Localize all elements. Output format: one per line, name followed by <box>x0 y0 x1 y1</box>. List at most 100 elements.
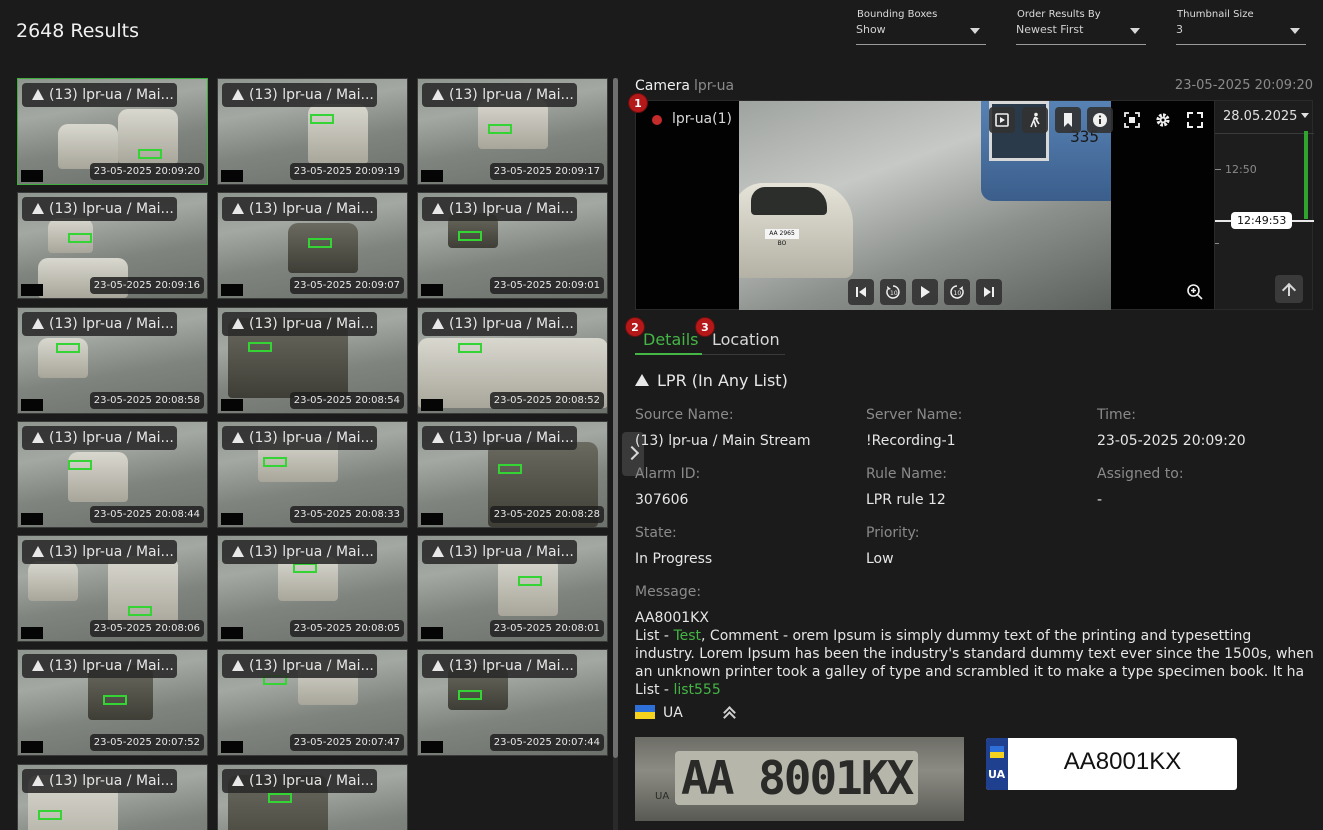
thumbnail-card[interactable]: (13) lpr-ua / Mai... 23-05-2025 20:08:52 <box>417 307 608 414</box>
order-results-value: Newest First <box>1016 23 1084 36</box>
forward-10-button[interactable]: 10 <box>944 279 970 305</box>
thumbnail-card[interactable]: (13) lpr-ua / Mai... 23-05-2025 20:08:58 <box>17 307 208 414</box>
camera-label: Camera <box>635 78 690 94</box>
thumbnail-timestamp: 23-05-2025 20:08:01 <box>489 620 604 637</box>
car-image <box>288 223 358 273</box>
message-body: AA8001KX List - Test, Comment - orem Ips… <box>635 609 1315 699</box>
bounding-boxes-select[interactable]: Bounding Boxes Show <box>856 9 986 45</box>
car-image <box>28 561 78 601</box>
message-list-link[interactable]: Test <box>673 628 701 644</box>
rewind-10-button[interactable]: 10 <box>880 279 906 305</box>
thumbnail-card[interactable]: (13) lpr-ua / Mai... 23-05-2025 20:09:01 <box>417 192 608 299</box>
plate-bounding-box <box>268 793 292 803</box>
collapse-plate-button[interactable] <box>722 705 736 721</box>
thumbnail-size-select[interactable]: Thumbnail Size 3 <box>1176 9 1306 45</box>
thumbnail-corner-mask <box>221 284 243 296</box>
thumbnail-card[interactable]: (13) lpr-ua / Mai... 23-05-2025 20:09:16 <box>17 192 208 299</box>
zoom-in-icon <box>1187 284 1203 300</box>
thumbnail-title: (13) lpr-ua / Mai... <box>222 426 377 450</box>
plate-bounding-box <box>518 576 542 586</box>
thumbnail-card[interactable]: (13) lpr-ua / Mai... 23-05-2025 20:08:01 <box>417 535 608 642</box>
thumbnail-card[interactable]: (13) lpr-ua / Mai... <box>17 764 208 830</box>
thumbnail-card[interactable]: (13) lpr-ua / Mai... <box>217 764 408 830</box>
bounding-boxes-label: Bounding Boxes <box>857 9 938 20</box>
thumbnail-card[interactable]: (13) lpr-ua / Mai... 23-05-2025 20:07:47 <box>217 649 408 756</box>
snapshot-button[interactable] <box>1121 109 1143 131</box>
order-results-select[interactable]: Order Results By Newest First <box>1016 9 1146 45</box>
message-label: Message: <box>635 584 702 600</box>
thumbnail-card[interactable]: (13) lpr-ua / Mai... 23-05-2025 20:09:19 <box>217 78 408 185</box>
server-name-value: !Recording-1 <box>866 433 956 449</box>
thumbnail-title-text: (13) lpr-ua / Mai... <box>49 201 174 217</box>
info-button[interactable] <box>1087 107 1113 133</box>
car-plate-text: AA 2965 BO <box>765 229 799 247</box>
thumbnail-title-text: (13) lpr-ua / Mai... <box>249 316 374 332</box>
export-clip-button[interactable] <box>989 107 1015 133</box>
state-value: In Progress <box>635 551 713 567</box>
timeline-tick <box>1215 169 1221 170</box>
plate-card-country: UA <box>988 768 1006 781</box>
replay-10-icon: 10 <box>886 285 900 299</box>
skip-next-icon <box>984 287 994 297</box>
thumbnail-card[interactable]: (13) lpr-ua / Mai... 23-05-2025 20:09:20 <box>17 78 208 185</box>
warning-icon <box>232 318 244 329</box>
event-title: LPR (In Any List) <box>635 371 788 390</box>
thumbnail-corner-mask <box>421 284 443 296</box>
message-comment: , Comment - orem Ipsum is simply dummy t… <box>635 628 1314 680</box>
grid-scrollbar-thumb[interactable] <box>613 78 618 758</box>
thumbnail-card[interactable]: (13) lpr-ua / Mai... 23-05-2025 20:09:07 <box>217 192 408 299</box>
fullscreen-button[interactable] <box>1184 109 1206 131</box>
camera-title: Camera lpr-ua <box>635 78 734 94</box>
priority-label: Priority: <box>866 525 920 541</box>
settings-button[interactable] <box>1152 109 1174 131</box>
scroll-up-button[interactable] <box>1275 275 1303 303</box>
timeline[interactable]: 28.05.2025 12:50 12:49:53 <box>1214 100 1314 310</box>
plate-card-number: AA8001KX <box>1063 748 1182 775</box>
message-list-link-2[interactable]: list555 <box>673 682 720 698</box>
thumbnail-card[interactable]: (13) lpr-ua / Mai... 23-05-2025 20:07:44 <box>417 649 608 756</box>
thumbnail-title: (13) lpr-ua / Mai... <box>22 540 177 564</box>
gear-icon <box>1156 113 1170 127</box>
forward-10-icon: 10 <box>950 285 964 299</box>
play-icon <box>921 286 930 298</box>
timeline-date-picker[interactable]: 28.05.2025 <box>1223 109 1310 124</box>
thumbnail-timestamp: 23-05-2025 20:09:07 <box>289 277 404 294</box>
thumbnail-timestamp: 23-05-2025 20:07:44 <box>489 734 604 751</box>
thumbnail-card[interactable]: (13) lpr-ua / Mai... 23-05-2025 20:08:54 <box>217 307 408 414</box>
thumbnail-corner-mask <box>21 513 43 525</box>
skip-to-start-button[interactable] <box>848 279 874 305</box>
thumbnail-title: (13) lpr-ua / Mai... <box>22 426 177 450</box>
message-plate: AA8001KX <box>635 610 709 626</box>
zoom-button[interactable] <box>1184 281 1206 303</box>
tab-location[interactable]: Location <box>712 330 780 353</box>
event-title-text: LPR (In Any List) <box>657 371 788 390</box>
thumbnail-card[interactable]: (13) lpr-ua / Mai... 23-05-2025 20:08:06 <box>17 535 208 642</box>
priority-value: Low <box>866 551 894 567</box>
thumbnail-card[interactable]: (13) lpr-ua / Mai... 23-05-2025 20:09:17 <box>417 78 608 185</box>
thumbnail-corner-mask <box>221 170 243 182</box>
thumbnail-card[interactable]: (13) lpr-ua / Mai... 23-05-2025 20:08:44 <box>17 421 208 528</box>
motion-search-button[interactable] <box>1022 107 1048 133</box>
thumbnail-size-label: Thumbnail Size <box>1177 9 1254 20</box>
bookmark-button[interactable] <box>1055 107 1081 133</box>
thumbnail-title: (13) lpr-ua / Mai... <box>422 312 577 336</box>
thumbnail-card[interactable]: (13) lpr-ua / Mai... 23-05-2025 20:08:05 <box>217 535 408 642</box>
thumbnail-corner-mask <box>21 627 43 639</box>
skip-to-end-button[interactable] <box>976 279 1002 305</box>
thumbnail-card[interactable]: (13) lpr-ua / Mai... 23-05-2025 20:08:28 <box>417 421 608 528</box>
plate-bounding-box <box>458 690 482 700</box>
tab-details[interactable]: Details <box>635 330 702 355</box>
thumbnail-corner-mask <box>421 170 443 182</box>
thumbnail-card[interactable]: (13) lpr-ua / Mai... 23-05-2025 20:07:52 <box>17 649 208 756</box>
time-label: Time: <box>1097 407 1136 423</box>
thumbnail-title: (13) lpr-ua / Mai... <box>222 197 377 221</box>
play-button[interactable] <box>912 279 938 305</box>
assigned-to-value: - <box>1097 492 1103 508</box>
thumbnail-size-value: 3 <box>1176 23 1183 36</box>
thumbnail-title: (13) lpr-ua / Mai... <box>422 197 577 221</box>
thumbnail-timestamp: 23-05-2025 20:07:47 <box>289 734 404 751</box>
video-player[interactable]: lpr-ua(1) 335 AA 2965 BO 10 10 <box>635 100 1215 310</box>
timeline-playhead-time[interactable]: 12:49:53 <box>1231 212 1293 229</box>
thumbnail-card[interactable]: (13) lpr-ua / Mai... 23-05-2025 20:08:33 <box>217 421 408 528</box>
thumbnail-title: (13) lpr-ua / Mai... <box>422 83 577 107</box>
